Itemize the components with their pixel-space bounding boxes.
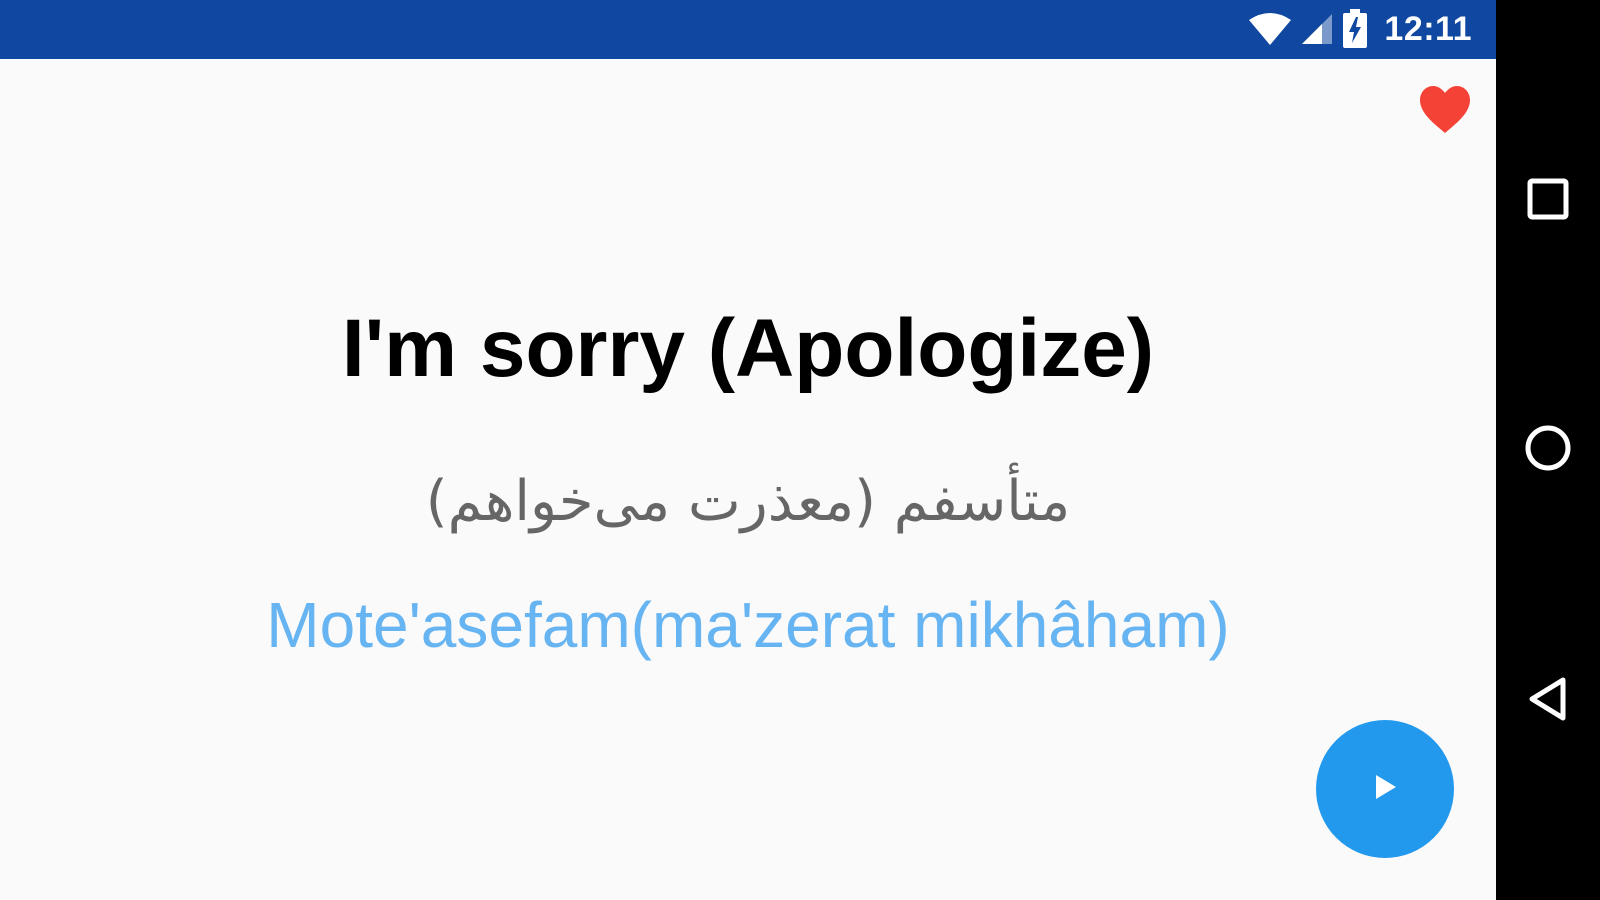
screen: 12:11 I'm sorry (Apologize) متأسفم (معذر… (0, 0, 1600, 900)
recents-button[interactable] (1518, 171, 1578, 231)
phrase-card: I'm sorry (Apologize) متأسفم (معذرت می‌خ… (0, 59, 1496, 900)
status-bar: 12:11 (0, 0, 1496, 59)
status-time: 12:11 (1384, 10, 1472, 48)
home-icon (1523, 423, 1573, 478)
back-icon (1526, 675, 1570, 728)
play-button[interactable] (1316, 720, 1454, 858)
status-icons: 12:11 (1248, 9, 1472, 49)
home-button[interactable] (1518, 420, 1578, 480)
wifi-icon (1248, 12, 1292, 46)
play-icon (1371, 772, 1399, 807)
back-button[interactable] (1518, 671, 1578, 731)
phrase-screen: 12:11 I'm sorry (Apologize) متأسفم (معذر… (0, 0, 1496, 900)
battery-charging-icon (1342, 9, 1368, 49)
phrase-english: I'm sorry (Apologize) (341, 303, 1155, 394)
phrase-persian: متأسفم (معذرت می‌خواهم) (425, 469, 1071, 534)
recents-icon (1526, 177, 1570, 226)
cellular-signal-icon (1300, 12, 1334, 46)
navigation-bar (1496, 0, 1600, 900)
phrase-transliteration: Mote'asefam(ma'zerat mikhâham) (266, 589, 1230, 661)
